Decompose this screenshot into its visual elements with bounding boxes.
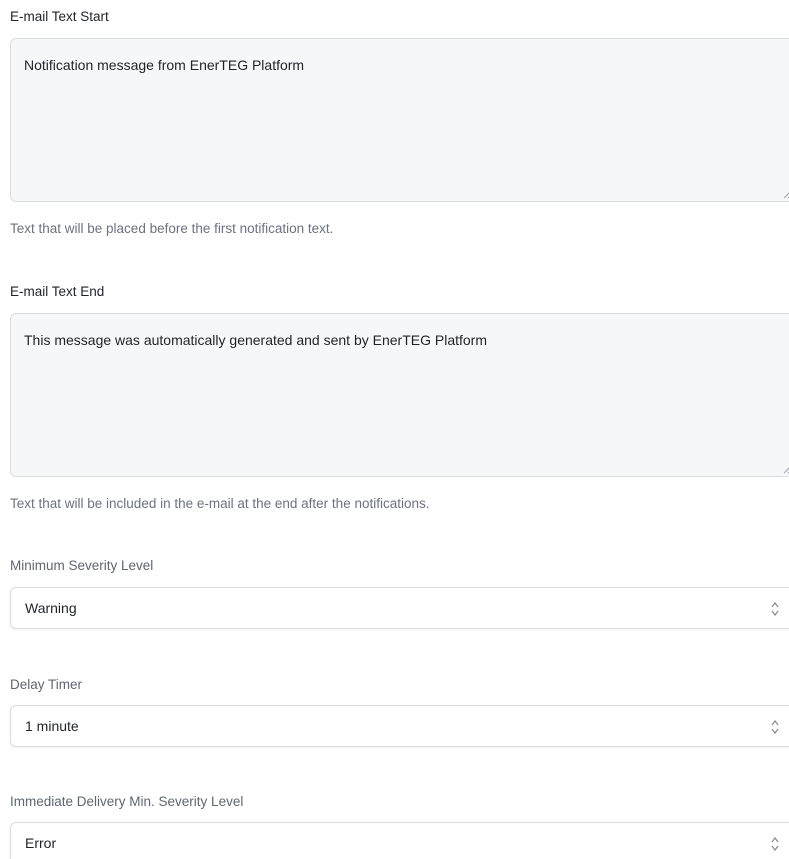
minimum-severity-select[interactable]: Warning [10,587,789,629]
email-text-end-value: This message was automatically generated… [24,332,487,348]
delay-timer-label: Delay Timer [10,677,83,692]
email-text-start-help: Text that will be placed before the firs… [10,221,334,236]
email-text-start-textarea[interactable]: Notification message from EnerTEG Platfo… [10,38,789,202]
email-text-start-label: E-mail Text Start [10,9,109,24]
chevron-up-down-icon [771,601,779,617]
immediate-delivery-select[interactable]: Error [10,822,789,859]
email-text-end-help: Text that will be included in the e-mail… [10,496,430,511]
resize-grip-icon[interactable] [783,190,789,199]
email-text-end-textarea[interactable]: This message was automatically generated… [10,313,789,477]
minimum-severity-label: Minimum Severity Level [10,558,154,573]
delay-timer-selected: 1 minute [25,718,79,734]
immediate-delivery-label: Immediate Delivery Min. Severity Level [10,794,244,809]
email-settings-form: E-mail Text Start Notification message f… [0,0,789,859]
email-text-end-label: E-mail Text End [10,284,105,299]
minimum-severity-selected: Warning [25,600,77,616]
email-text-start-value: Notification message from EnerTEG Platfo… [24,57,305,73]
chevron-up-down-icon [771,719,779,735]
chevron-up-down-icon [771,836,779,852]
immediate-delivery-selected: Error [25,835,57,851]
resize-grip-icon[interactable] [783,465,789,474]
delay-timer-select[interactable]: 1 minute [10,705,789,747]
